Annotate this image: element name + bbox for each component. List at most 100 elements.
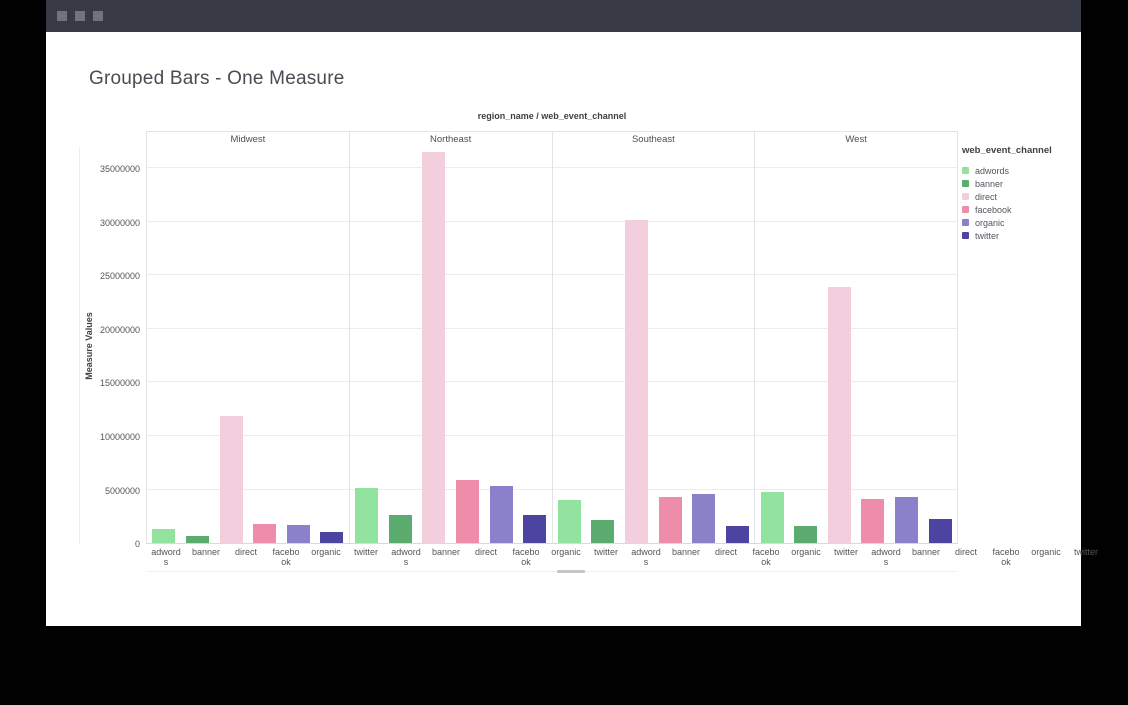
x-tick-label: direct [946, 547, 986, 567]
bar-southeast-adwords[interactable] [558, 500, 581, 543]
x-tick-label: organic [1026, 547, 1066, 567]
bar-northeast-twitter[interactable] [523, 515, 546, 543]
chart-scrollbar-thumb[interactable] [557, 570, 585, 573]
legend-item-banner[interactable]: banner [962, 177, 1052, 190]
facet-header-northeast: Northeast [349, 131, 552, 147]
bar-west-direct[interactable] [828, 287, 851, 543]
x-axis-labels-southeast: adword sbannerdirectfacebo okorganictwit… [626, 544, 866, 567]
facet-header-southeast: Southeast [552, 131, 755, 147]
legend-swatch-direct [962, 193, 969, 200]
legend-items: adwords banner directfacebook organic twitte… [962, 164, 1052, 242]
x-tick-label: organic [786, 547, 826, 567]
x-tick-label: organic [546, 547, 586, 567]
y-tick-label: 0 [135, 539, 140, 549]
window-button-3[interactable] [93, 11, 103, 21]
x-tick-label: twitter [826, 547, 866, 567]
y-tick-label: 30000000 [100, 218, 140, 228]
bar-west-organic[interactable] [895, 497, 918, 543]
bar-west-twitter[interactable] [929, 519, 952, 543]
bar-midwest-adwords[interactable] [152, 529, 175, 543]
grouped-bar-chart: region_name / web_event_channel MidwestN… [79, 110, 1081, 567]
facet-panel-southeast [552, 147, 755, 543]
legend-item-organic[interactable]: organic [962, 216, 1052, 229]
x-tick-label: twitter [346, 547, 386, 567]
y-tick-label: 20000000 [100, 325, 140, 335]
facet-panel-west [754, 147, 958, 543]
legend-item-direct[interactable]: direct [962, 190, 1052, 203]
legend-title: web_event_channel [962, 145, 1052, 156]
bar-southeast-banner[interactable] [591, 520, 614, 543]
x-tick-label: adword s [866, 547, 906, 567]
x-tick-label: twitter [1066, 547, 1106, 567]
chart-scrollbar-track [146, 571, 958, 572]
x-tick-label: facebo ok [506, 547, 546, 567]
x-tick-label: adword s [626, 547, 666, 567]
y-tick-label: 5000000 [105, 486, 140, 496]
x-axis-labels-northeast: adword sbannerdirectfacebo okorganictwit… [386, 544, 626, 567]
x-tick-label: banner [906, 547, 946, 567]
window-button-1[interactable] [57, 11, 67, 21]
facet-panel-midwest [146, 147, 349, 543]
x-tick-label: adword s [386, 547, 426, 567]
x-tick-label: direct [706, 547, 746, 567]
y-axis-title: Measure Values [84, 312, 94, 380]
window-titlebar [46, 0, 1081, 32]
plot-area [146, 147, 958, 544]
y-axis: Measure Values 0500000010000000150000002… [79, 147, 146, 544]
facet-header-midwest: Midwest [146, 131, 349, 147]
x-tick-label: organic [306, 547, 346, 567]
bar-northeast-direct[interactable] [422, 152, 445, 543]
legend-item-adwords[interactable]: adwords [962, 164, 1052, 177]
bar-midwest-direct[interactable] [220, 416, 243, 543]
app-window: Grouped Bars - One Measure region_name /… [46, 0, 1081, 626]
x-tick-label: facebo ok [266, 547, 306, 567]
legend-label: banner [975, 179, 1003, 189]
bar-northeast-adwords[interactable] [355, 488, 378, 543]
window-button-2[interactable] [75, 11, 85, 21]
x-tick-label: adword s [146, 547, 186, 567]
y-tick-label: 15000000 [100, 378, 140, 388]
legend: web_event_channel adwords banner directfac… [962, 145, 1052, 242]
legend-swatch-adwords [962, 167, 969, 174]
legend-swatch-banner [962, 180, 969, 187]
y-tick-label: 35000000 [100, 164, 140, 174]
legend-item-facebook[interactable]: facebook [962, 203, 1052, 216]
facet-header-west: West [754, 131, 958, 147]
bar-midwest-facebook[interactable] [253, 524, 276, 543]
x-tick-label: banner [186, 547, 226, 567]
x-axis-labels-midwest: adword sbannerdirectfacebo okorganictwit… [146, 544, 386, 567]
legend-label: organic [975, 218, 1005, 228]
bar-northeast-banner[interactable] [389, 515, 412, 543]
bar-southeast-organic[interactable] [692, 494, 715, 543]
legend-swatch-facebook [962, 206, 969, 213]
bar-west-facebook[interactable] [861, 499, 884, 543]
facet-header-row: MidwestNortheastSoutheastWest [79, 131, 958, 147]
bar-midwest-banner[interactable] [186, 536, 209, 543]
x-tick-label: facebo ok [746, 547, 786, 567]
bar-west-adwords[interactable] [761, 492, 784, 543]
bar-southeast-facebook[interactable] [659, 497, 682, 543]
x-axis-labels-west: adword sbannerdirectfacebo okorganictwit… [866, 544, 1106, 567]
legend-item-twitter[interactable]: twitter [962, 229, 1052, 242]
x-tick-label: banner [426, 547, 466, 567]
bar-southeast-twitter[interactable] [726, 526, 749, 543]
x-tick-label: facebo ok [986, 547, 1026, 567]
facet-panel-northeast [349, 147, 552, 543]
legend-label: direct [975, 192, 997, 202]
legend-label: twitter [975, 231, 999, 241]
y-tick-label: 10000000 [100, 432, 140, 442]
x-tick-label: banner [666, 547, 706, 567]
bar-west-banner[interactable] [794, 526, 817, 543]
x-axis-labels-row: adword sbannerdirectfacebo okorganictwit… [79, 544, 958, 567]
bar-northeast-facebook[interactable] [456, 480, 479, 543]
x-tick-label: direct [466, 547, 506, 567]
legend-label: adwords [975, 166, 1009, 176]
screen-background: Grouped Bars - One Measure region_name /… [0, 0, 1128, 705]
legend-swatch-organic [962, 219, 969, 226]
bar-northeast-organic[interactable] [490, 486, 513, 543]
bar-southeast-direct[interactable] [625, 220, 648, 543]
y-axis-gutter-spacer [79, 131, 146, 147]
bar-midwest-twitter[interactable] [320, 532, 343, 543]
page-title: Grouped Bars - One Measure [89, 68, 344, 90]
bar-midwest-organic[interactable] [287, 525, 310, 543]
